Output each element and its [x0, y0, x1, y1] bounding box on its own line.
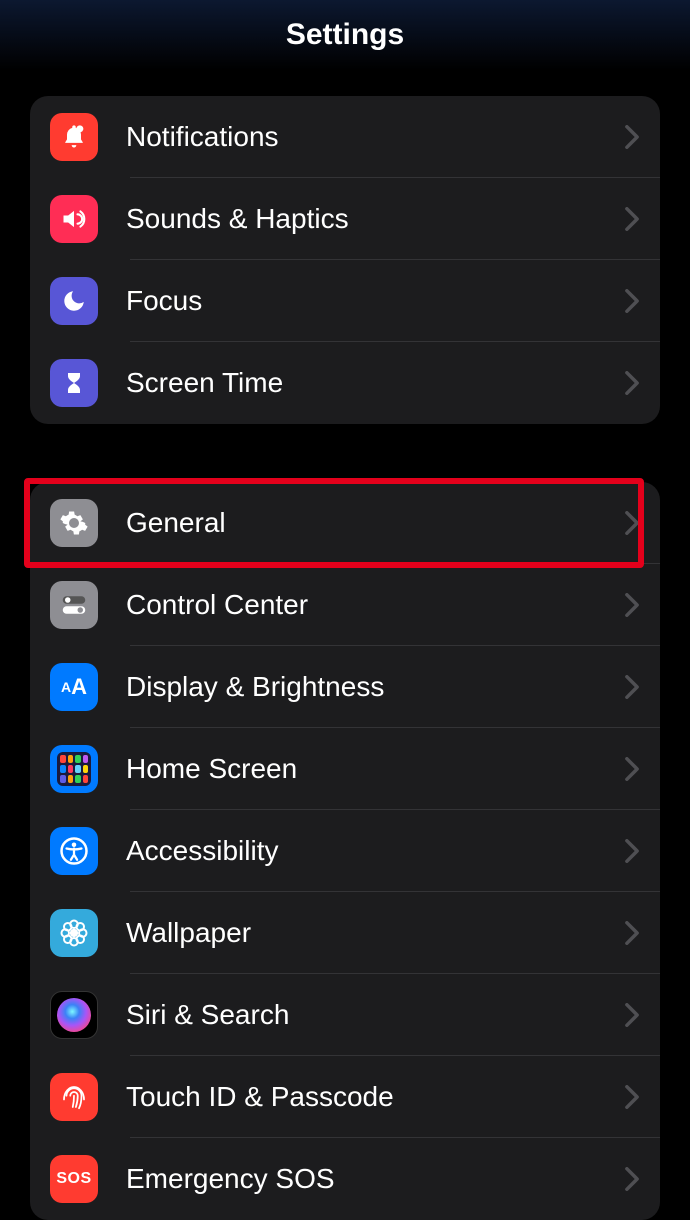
chevron-right-icon: [624, 207, 640, 231]
speaker-icon: [50, 195, 98, 243]
row-label: Accessibility: [126, 835, 624, 867]
hourglass-icon: [50, 359, 98, 407]
fingerprint-icon: [50, 1073, 98, 1121]
row-notifications[interactable]: Notifications: [30, 96, 660, 178]
row-accessibility[interactable]: Accessibility: [30, 810, 660, 892]
switches-icon: [50, 581, 98, 629]
header-bar: Settings: [0, 0, 690, 70]
sos-text: SOS: [56, 1170, 91, 1188]
chevron-right-icon: [624, 593, 640, 617]
row-homescreen[interactable]: Home Screen: [30, 728, 660, 810]
flower-icon: [50, 909, 98, 957]
siri-icon: [50, 991, 98, 1039]
row-label: Focus: [126, 285, 624, 317]
row-emergency[interactable]: SOS Emergency SOS: [30, 1138, 660, 1220]
row-label: Touch ID & Passcode: [126, 1081, 624, 1113]
row-label: Emergency SOS: [126, 1163, 624, 1195]
row-label: Home Screen: [126, 753, 624, 785]
row-label: Notifications: [126, 121, 624, 153]
row-label: Sounds & Haptics: [126, 203, 624, 235]
page-title: Settings: [286, 18, 404, 52]
chevron-right-icon: [624, 511, 640, 535]
row-label: Screen Time: [126, 367, 624, 399]
chevron-right-icon: [624, 1085, 640, 1109]
chevron-right-icon: [624, 1167, 640, 1191]
row-label: Wallpaper: [126, 917, 624, 949]
row-touchid[interactable]: Touch ID & Passcode: [30, 1056, 660, 1138]
row-label: Display & Brightness: [126, 671, 624, 703]
row-siri[interactable]: Siri & Search: [30, 974, 660, 1056]
row-focus[interactable]: Focus: [30, 260, 660, 342]
row-wallpaper[interactable]: Wallpaper: [30, 892, 660, 974]
chevron-right-icon: [624, 675, 640, 699]
chevron-right-icon: [624, 921, 640, 945]
row-label: Siri & Search: [126, 999, 624, 1031]
chevron-right-icon: [624, 839, 640, 863]
chevron-right-icon: [624, 289, 640, 313]
row-sounds[interactable]: Sounds & Haptics: [30, 178, 660, 260]
settings-group-1: Notifications Sounds & Haptics Focus S: [30, 96, 660, 424]
row-controlcenter[interactable]: Control Center: [30, 564, 660, 646]
moon-icon: [50, 277, 98, 325]
gear-icon: [50, 499, 98, 547]
accessibility-icon: [50, 827, 98, 875]
sos-icon: SOS: [50, 1155, 98, 1203]
chevron-right-icon: [624, 757, 640, 781]
settings-scroll: Notifications Sounds & Haptics Focus S: [0, 96, 690, 1220]
row-screentime[interactable]: Screen Time: [30, 342, 660, 424]
grid-icon: [50, 745, 98, 793]
row-display[interactable]: AA Display & Brightness: [30, 646, 660, 728]
chevron-right-icon: [624, 1003, 640, 1027]
row-general[interactable]: General: [30, 482, 660, 564]
settings-group-2: General Control Center AA Display & Brig…: [30, 482, 660, 1220]
row-label: General: [126, 507, 624, 539]
aa-icon: AA: [50, 663, 98, 711]
row-label: Control Center: [126, 589, 624, 621]
chevron-right-icon: [624, 371, 640, 395]
bell-icon: [50, 113, 98, 161]
chevron-right-icon: [624, 125, 640, 149]
